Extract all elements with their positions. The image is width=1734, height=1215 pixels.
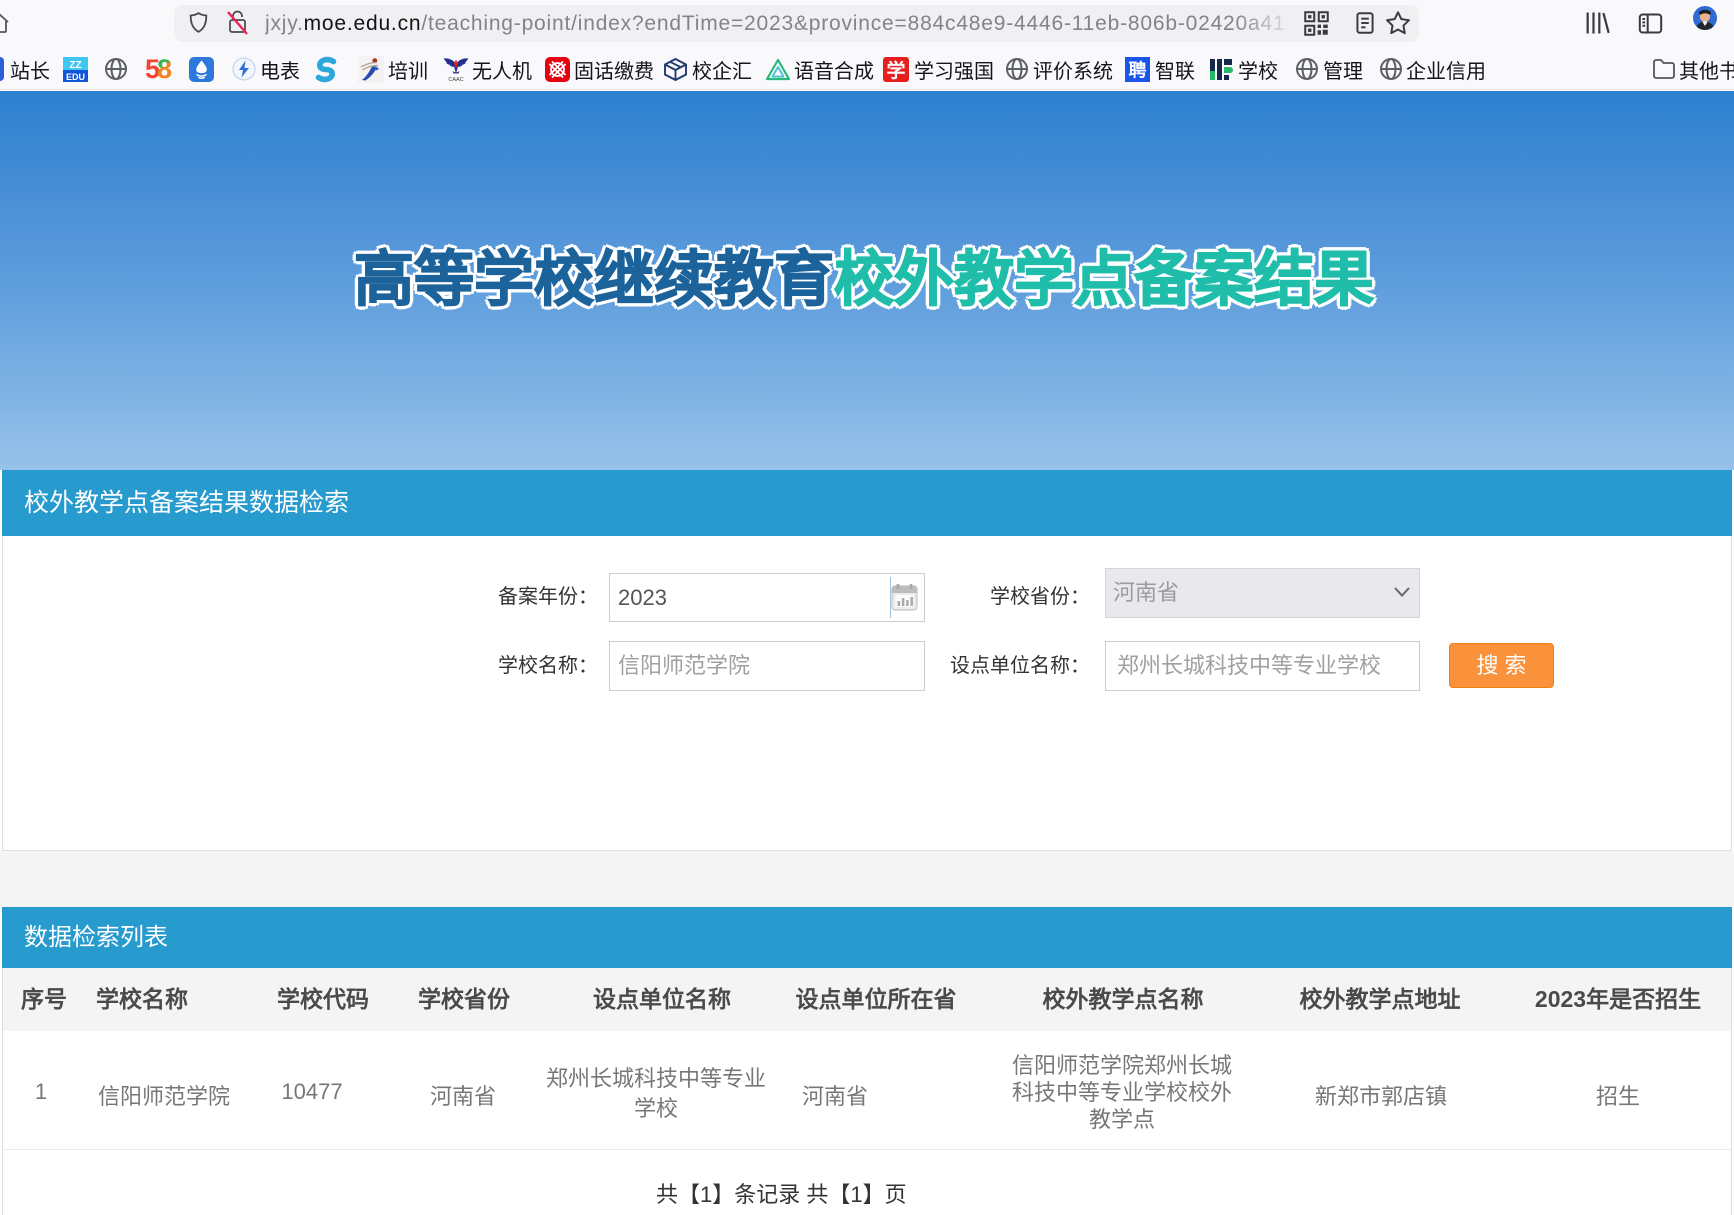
svg-text:ZZ: ZZ [69, 60, 81, 71]
svg-text:EDU: EDU [66, 72, 85, 82]
svg-text:聘: 聘 [1129, 60, 1147, 81]
svg-text:8: 8 [157, 55, 172, 82]
svg-text:学: 学 [886, 59, 905, 82]
svg-text:CAAC: CAAC [448, 77, 463, 82]
